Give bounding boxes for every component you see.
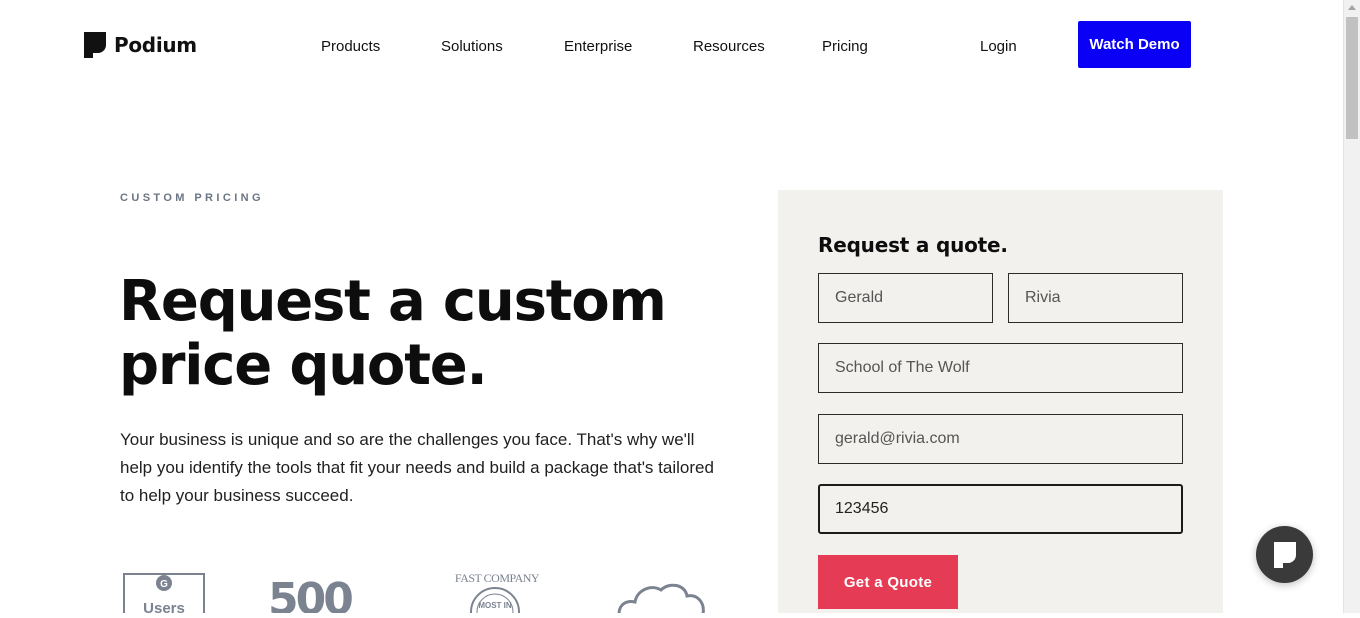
- podium-logo-icon: [84, 32, 106, 58]
- intro-paragraph: Your business is unique and so are the c…: [120, 430, 714, 505]
- nav-solutions[interactable]: Solutions: [441, 38, 503, 55]
- scroll-up-arrow-icon[interactable]: [1348, 5, 1356, 10]
- inc-500-text: 500: [268, 574, 352, 613]
- page-scrollbar[interactable]: [1343, 0, 1360, 613]
- podium-logo[interactable]: Podium: [84, 32, 197, 58]
- nav-resources[interactable]: Resources: [693, 38, 765, 55]
- first-name-field[interactable]: [818, 273, 993, 323]
- logo-text: Podium: [114, 33, 197, 57]
- headline-line-2: price quote.: [119, 333, 488, 398]
- nav-pricing[interactable]: Pricing: [822, 38, 868, 55]
- cloud-badge: [615, 580, 707, 618]
- watch-demo-button[interactable]: Watch Demo: [1078, 21, 1191, 68]
- inc-500-badge: 500: [268, 570, 358, 618]
- fastcompany-ring-text: MOST IN: [478, 601, 512, 610]
- cloud-icon: [617, 583, 705, 615]
- login-link[interactable]: Login: [980, 38, 1017, 55]
- fastcompany-badge: FAST COMPANY MOST IN: [452, 568, 542, 618]
- chat-icon: [1273, 541, 1296, 568]
- scroll-thumb[interactable]: [1346, 17, 1358, 139]
- svg-text:G: G: [160, 579, 168, 590]
- chat-widget-button[interactable]: [1256, 526, 1313, 583]
- fastcompany-text: FAST COMPANY: [455, 571, 540, 585]
- email-field[interactable]: [818, 414, 1183, 464]
- get-quote-button[interactable]: Get a Quote: [818, 555, 958, 609]
- fastcompany-badge-icon: FAST COMPANY MOST IN: [455, 571, 540, 618]
- inc-500-icon: 500: [268, 574, 355, 618]
- form-title: Request a quote.: [818, 233, 1008, 257]
- company-field[interactable]: [818, 343, 1183, 393]
- last-name-field[interactable]: [1008, 273, 1183, 323]
- eyebrow-label: CUSTOM PRICING: [120, 192, 264, 204]
- g2-badge-icon: G Users: [123, 573, 205, 618]
- g2-badge-text: Users: [143, 600, 185, 613]
- nav-products[interactable]: Products: [321, 38, 380, 55]
- headline-line-1: Request a custom: [119, 269, 667, 334]
- phone-field[interactable]: [818, 484, 1183, 534]
- page-title: Request a custom price quote.: [119, 270, 759, 398]
- g2-badge: G Users: [123, 566, 205, 618]
- nav-enterprise[interactable]: Enterprise: [564, 38, 632, 55]
